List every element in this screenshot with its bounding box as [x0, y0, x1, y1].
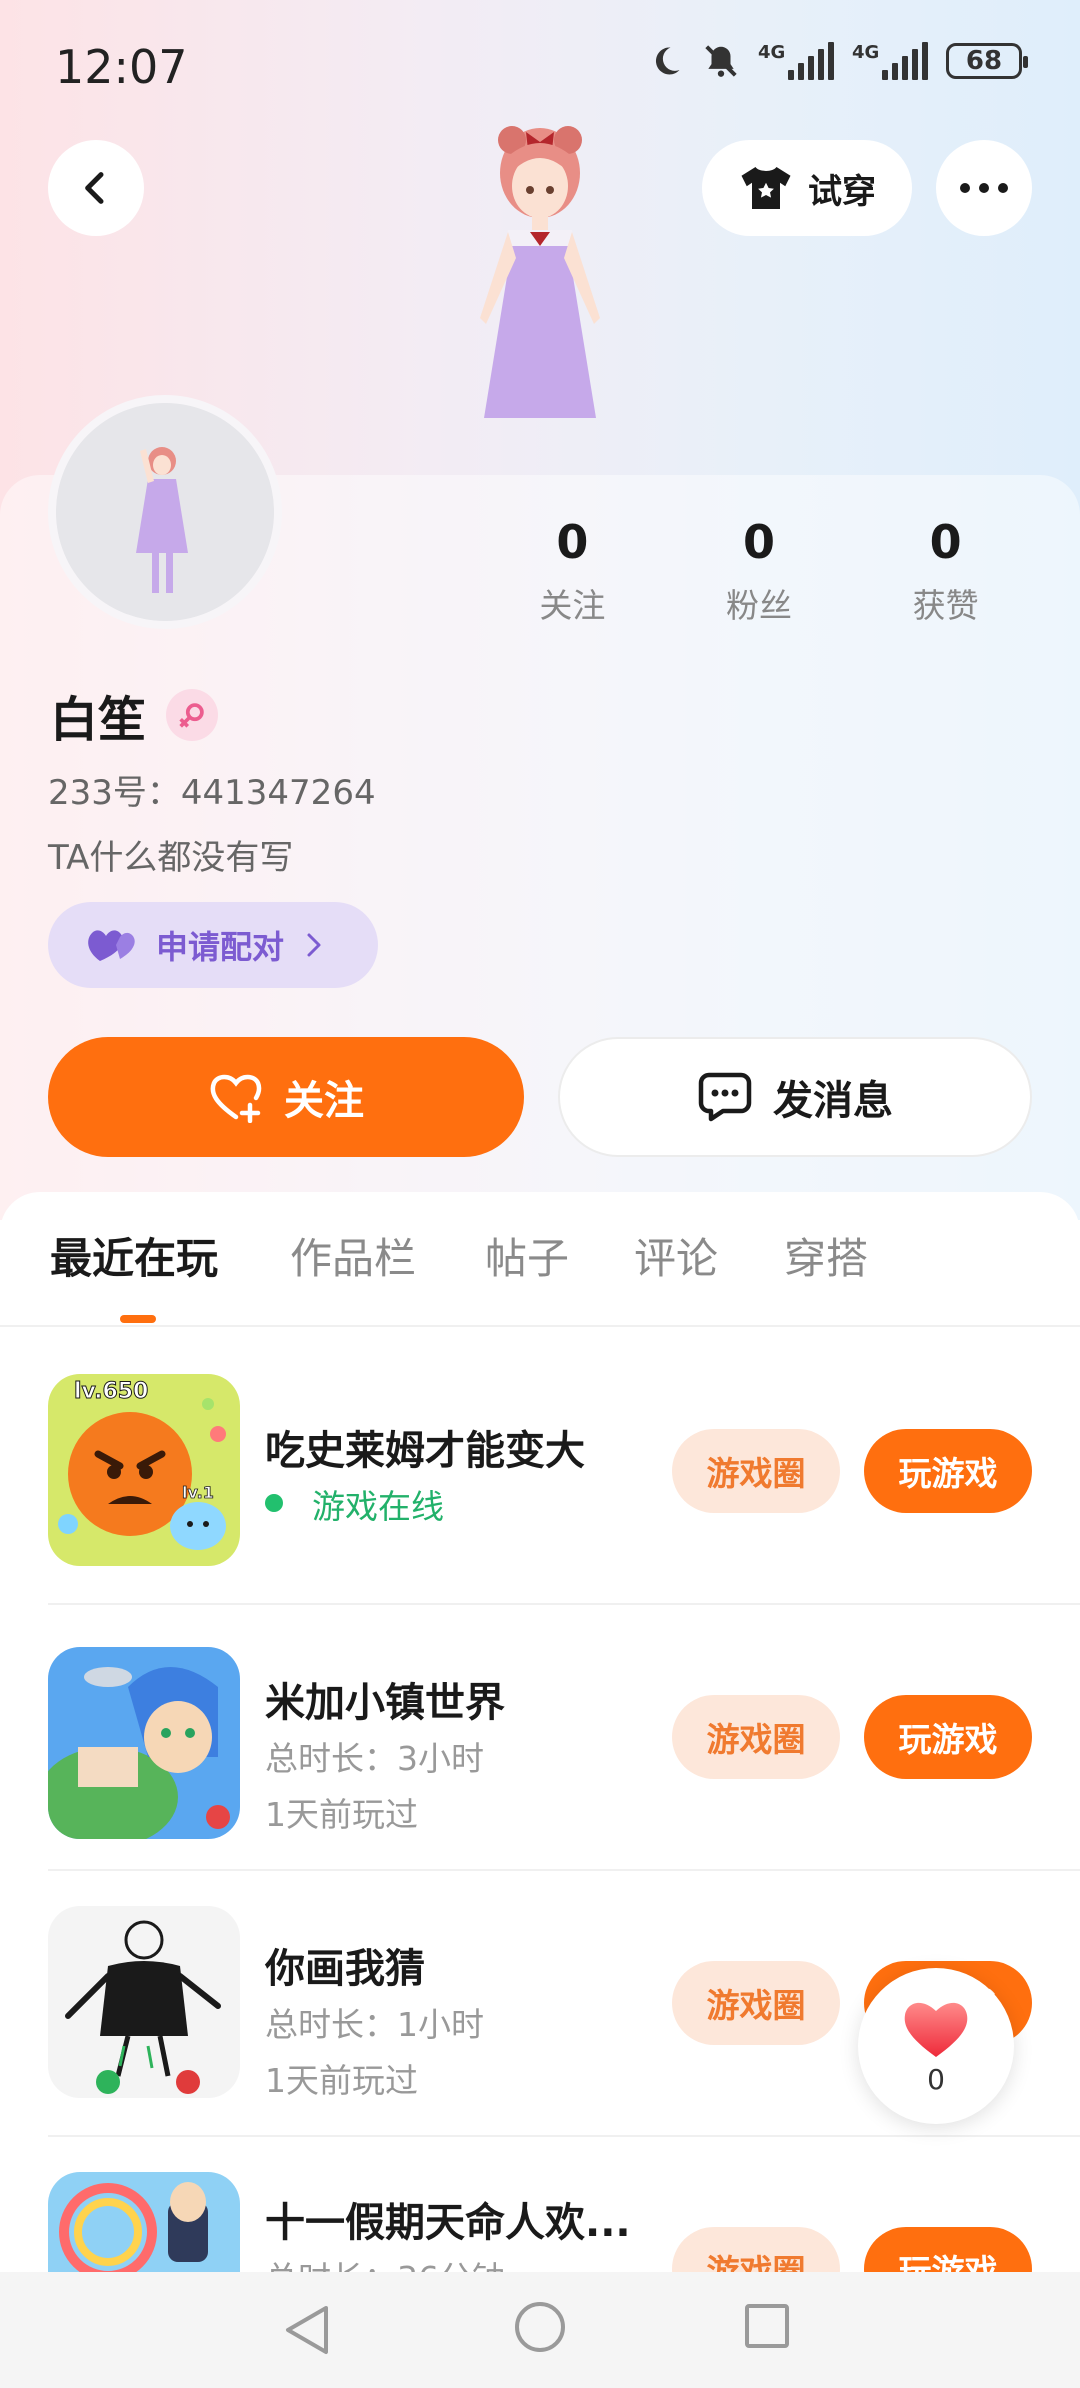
game-last-played: 1天前玩过 — [265, 1795, 418, 1834]
game-icon-badge-level-low: lv.1 — [182, 1483, 214, 1502]
game-icon-draw-guess[interactable] — [48, 1906, 240, 2098]
avatar[interactable] — [48, 395, 282, 629]
battery-indicator: 68 — [946, 43, 1028, 79]
status-bar: 12:07 4G 4G 68 — [0, 0, 1080, 130]
more-dots-icon — [960, 183, 1008, 193]
nav-recents-icon[interactable] — [745, 2304, 789, 2348]
game-title: 吃史莱姆才能变大 — [265, 1428, 585, 1474]
stat-likes[interactable]: 0 获赞 — [851, 515, 1040, 627]
game-circle-button[interactable]: 游戏圈 — [672, 1961, 840, 2045]
tab-works[interactable]: 作品栏 — [290, 1225, 416, 1286]
stat-likes-value: 0 — [929, 515, 962, 569]
tab-active-indicator — [120, 1315, 156, 1323]
game-icon-slime[interactable]: lv.650 lv.1 — [48, 1374, 240, 1566]
game-row[interactable]: lv.650 lv.1 吃史莱姆才能变大 游戏在线 游戏圈 玩游戏 — [0, 1338, 1080, 1604]
like-floating-button[interactable]: 0 — [858, 1968, 1014, 2124]
profile-tabs: 最近在玩 作品栏 帖子 评论 穿搭 — [0, 1225, 1080, 1325]
more-button[interactable] — [936, 140, 1032, 236]
profile-stats: 0 关注 0 粉丝 0 获赞 — [480, 515, 1040, 627]
play-game-button[interactable]: 玩游戏 — [864, 1695, 1032, 1779]
female-gender-icon — [166, 689, 219, 741]
status-time: 12:07 — [55, 40, 188, 94]
game-icon-holiday[interactable] — [48, 2172, 240, 2272]
online-status-dot — [265, 1494, 283, 1512]
chevron-right-icon — [307, 933, 321, 957]
game-total-duration: 总时长：36分钟 — [265, 2252, 505, 2272]
like-count: 0 — [927, 2062, 945, 2096]
signal-2-icon: 4G — [852, 42, 928, 80]
tshirt-icon — [741, 167, 791, 209]
game-icon-badge-level-high: lv.650 — [74, 1379, 148, 1404]
user-name: 白笙 — [50, 692, 147, 748]
send-message-label: 发消息 — [773, 1078, 893, 1124]
game-icon-miga-town[interactable] — [48, 1647, 240, 1839]
game-title: 米加小镇世界 — [265, 1680, 505, 1726]
heart-plus-icon — [210, 1074, 262, 1123]
chat-bubble-icon — [698, 1072, 752, 1122]
user-id: 233号：441347264 — [48, 773, 376, 813]
stat-following-label: 关注 — [539, 586, 606, 625]
game-row[interactable]: 米加小镇世界 总时长：3小时 1天前玩过 游戏圈 玩游戏 — [0, 1604, 1080, 1870]
game-circle-button[interactable]: 游戏圈 — [672, 1695, 840, 1779]
tabs-divider — [0, 1325, 1080, 1327]
heart-icon — [904, 2002, 968, 2057]
game-total-duration: 总时长：3小时 — [265, 1739, 484, 1778]
tab-recently-played[interactable]: 最近在玩 — [50, 1225, 218, 1286]
game-circle-button[interactable]: 游戏圈 — [672, 1429, 840, 1513]
moon-icon — [655, 47, 680, 75]
game-title: 你画我猜 — [265, 1946, 425, 1992]
bell-muted-icon — [705, 45, 737, 77]
try-on-button[interactable]: 试穿 — [702, 140, 912, 236]
play-game-button[interactable]: 玩游戏 — [864, 2227, 1032, 2272]
request-pair-label: 申请配对 — [156, 928, 285, 966]
status-icons: 4G 4G 68 — [648, 42, 1028, 80]
follow-button[interactable]: 关注 — [48, 1037, 524, 1157]
avatar-portrait-icon — [56, 403, 274, 621]
tab-outfits[interactable]: 穿搭 — [784, 1225, 868, 1286]
play-game-button[interactable]: 玩游戏 — [864, 1429, 1032, 1513]
stat-following[interactable]: 0 关注 — [478, 515, 667, 627]
stat-likes-label: 获赞 — [912, 586, 979, 625]
avatar-3d-figure[interactable] — [420, 118, 660, 478]
name-row: 白笙 — [50, 680, 219, 750]
stat-followers[interactable]: 0 粉丝 — [665, 515, 854, 627]
follow-label: 关注 — [284, 1078, 364, 1124]
user-bio: TA什么都没有写 — [48, 838, 294, 878]
back-button[interactable] — [48, 140, 144, 236]
stat-followers-value: 0 — [743, 515, 776, 569]
nav-home-icon[interactable] — [515, 2302, 565, 2352]
chevron-left-icon — [85, 172, 104, 204]
send-message-button[interactable]: 发消息 — [558, 1037, 1032, 1157]
game-last-played: 1天前玩过 — [265, 2061, 418, 2100]
game-circle-button[interactable]: 游戏圈 — [672, 2227, 840, 2272]
tab-posts[interactable]: 帖子 — [485, 1225, 569, 1286]
game-title: 十一假期天命人欢... — [265, 2200, 631, 2246]
try-on-label: 试穿 — [808, 171, 876, 212]
game-online-status: 游戏在线 — [312, 1487, 444, 1526]
request-pair-button[interactable]: 申请配对 — [48, 902, 378, 988]
tab-comments[interactable]: 评论 — [634, 1225, 718, 1286]
game-row[interactable]: 十一假期天命人欢... 总时长：36分钟 游戏圈 玩游戏 — [0, 2136, 1080, 2272]
signal-1-icon: 4G — [758, 42, 834, 80]
stat-following-value: 0 — [556, 515, 589, 569]
hearts-icon — [88, 930, 135, 961]
system-nav-bar — [0, 2272, 1080, 2388]
stat-followers-label: 粉丝 — [726, 586, 792, 625]
nav-back-icon[interactable] — [282, 2304, 332, 2356]
game-total-duration: 总时长：1小时 — [265, 2005, 484, 2044]
